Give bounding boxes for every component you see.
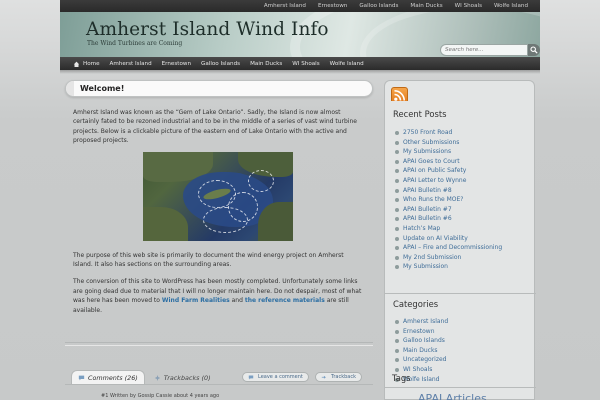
top-link-ernestown[interactable]: Ernestown bbox=[318, 3, 347, 9]
post-entry: Amherst Island was known as the “Gem of … bbox=[73, 108, 363, 323]
reference-materials-link[interactable]: the reference materials bbox=[245, 297, 325, 304]
search-icon bbox=[530, 46, 538, 54]
comment-meta: #1 Written by Gossip Cassie about 4 year… bbox=[101, 393, 220, 399]
nav-item-galloo-islands[interactable]: Galloo Islands bbox=[201, 61, 240, 67]
category-link[interactable]: Ernestown bbox=[385, 327, 536, 337]
recent-posts-title: Recent Posts bbox=[393, 109, 447, 119]
nav-item-wolfe-island[interactable]: Wolfe Island bbox=[330, 61, 364, 67]
trackback-label: Trackback bbox=[331, 374, 356, 380]
recent-post-link[interactable]: APAI – Fire and Decommissioning bbox=[385, 243, 536, 253]
map-land bbox=[143, 206, 188, 241]
map-project-outline bbox=[203, 206, 248, 233]
category-link[interactable]: Amherst Island bbox=[385, 317, 536, 327]
nav-shadow bbox=[60, 70, 540, 74]
recent-post-link[interactable]: APAI Goes to Court bbox=[385, 157, 536, 167]
recent-post-link[interactable]: APAI Bulletin #8 bbox=[385, 186, 536, 196]
search-form bbox=[440, 44, 540, 56]
top-link-main-ducks[interactable]: Main Ducks bbox=[410, 3, 442, 9]
divider bbox=[65, 345, 373, 346]
tabs-baseline bbox=[65, 384, 373, 385]
lake-ontario-map-image[interactable] bbox=[143, 151, 293, 241]
leave-comment-label: Leave a comment bbox=[258, 374, 303, 380]
wind-farm-realities-link[interactable]: Wind Farm Realities bbox=[162, 297, 230, 304]
nav-item-wi-shoals[interactable]: WI Shoals bbox=[292, 61, 319, 67]
post-title-tab bbox=[66, 81, 74, 96]
trackback-button[interactable]: Trackback bbox=[315, 372, 362, 382]
divider bbox=[65, 342, 373, 343]
sidebar: Recent Posts 2750 Front Road Other Submi… bbox=[384, 80, 536, 400]
recent-post-link[interactable]: APAI Bulletin #6 bbox=[385, 214, 536, 224]
map-project-outline bbox=[248, 169, 274, 192]
recent-post-link[interactable]: My Submission bbox=[385, 262, 536, 272]
recent-posts-list: 2750 Front Road Other Submissions My Sub… bbox=[385, 128, 536, 272]
trackback-link-icon bbox=[321, 375, 327, 379]
site-title[interactable]: Amherst Island Wind Info bbox=[86, 19, 329, 40]
recent-post-link[interactable]: APAI Letter to Wynne bbox=[385, 176, 536, 186]
recent-post-link[interactable]: Hatch’s Map bbox=[385, 224, 536, 234]
tab-trackbacks[interactable]: Trackbacks (0) bbox=[148, 372, 217, 384]
recent-post-link[interactable]: Who Runs the MOE? bbox=[385, 195, 536, 205]
recent-post-link[interactable]: 2750 Front Road bbox=[385, 128, 536, 138]
categories-title: Categories bbox=[393, 299, 439, 309]
tab-comments-label: Comments (26) bbox=[88, 373, 138, 382]
category-link[interactable]: Main Ducks bbox=[385, 346, 536, 356]
recent-post-link[interactable]: APAI Bulletin #7 bbox=[385, 205, 536, 215]
recent-post-link[interactable]: APAI on Public Safety bbox=[385, 166, 536, 176]
post-paragraph-1: Amherst Island was known as the “Gem of … bbox=[73, 109, 357, 145]
tags-title: Tags bbox=[392, 373, 411, 383]
nav-item-main-ducks[interactable]: Main Ducks bbox=[250, 61, 282, 67]
top-link-wolfe-island[interactable]: Wolfe Island bbox=[494, 3, 528, 9]
trackback-icon bbox=[154, 375, 160, 381]
post-title-box: Welcome! bbox=[65, 80, 373, 97]
recent-post-link[interactable]: Update on AI Viability bbox=[385, 234, 536, 244]
widget-area: Recent Posts 2750 Front Road Other Submi… bbox=[384, 101, 536, 400]
nav-item-amherst-island[interactable]: Amherst Island bbox=[110, 61, 152, 67]
recent-post-link[interactable]: Other Submissions bbox=[385, 138, 536, 148]
search-input[interactable] bbox=[440, 44, 528, 56]
comment-icon bbox=[248, 375, 254, 379]
main-content: Welcome! Amherst Island was known as the… bbox=[65, 80, 373, 400]
recent-post-link[interactable]: My Submissions bbox=[385, 147, 536, 157]
post-paragraph-2: The purpose of this web site is primaril… bbox=[73, 251, 344, 269]
home-icon bbox=[73, 61, 80, 67]
top-links-bar: Amherst Island Ernestown Galloo Islands … bbox=[60, 0, 540, 12]
tab-trackbacks-label: Trackbacks (0) bbox=[163, 374, 211, 382]
rss-box bbox=[384, 80, 535, 104]
tab-comments[interactable]: Comments (26) bbox=[71, 370, 145, 384]
leave-comment-button[interactable]: Leave a comment bbox=[242, 372, 309, 382]
nav-item-ernestown[interactable]: Ernestown bbox=[162, 61, 191, 67]
top-link-galloo-islands[interactable]: Galloo Islands bbox=[359, 3, 398, 9]
nav-home[interactable]: Home bbox=[73, 61, 100, 67]
recent-post-link[interactable]: My 2nd Submission bbox=[385, 253, 536, 263]
post-paragraph-3: The conversion of this site to WordPress… bbox=[73, 277, 363, 315]
widget-divider bbox=[385, 387, 536, 388]
top-link-amherst-island[interactable]: Amherst Island bbox=[264, 3, 306, 9]
main-nav: Home Amherst Island Ernestown Galloo Isl… bbox=[60, 57, 540, 70]
category-link[interactable]: Galloo Islands bbox=[385, 336, 536, 346]
post-title[interactable]: Welcome! bbox=[80, 84, 124, 93]
category-link[interactable]: Uncategorized bbox=[385, 355, 536, 365]
widget-divider bbox=[385, 293, 536, 294]
top-link-wi-shoals[interactable]: WI Shoals bbox=[455, 3, 482, 9]
site-header: Amherst Island Wind Info The Wind Turbin… bbox=[60, 12, 540, 57]
comment-bubble-icon bbox=[78, 375, 85, 380]
nav-home-label: Home bbox=[83, 60, 100, 67]
search-button[interactable] bbox=[528, 44, 540, 56]
site-tagline: The Wind Turbines are Coming bbox=[87, 40, 183, 47]
post-paragraph-3-mid: and bbox=[229, 297, 245, 305]
tag-link[interactable]: APAI Articles bbox=[418, 392, 487, 400]
